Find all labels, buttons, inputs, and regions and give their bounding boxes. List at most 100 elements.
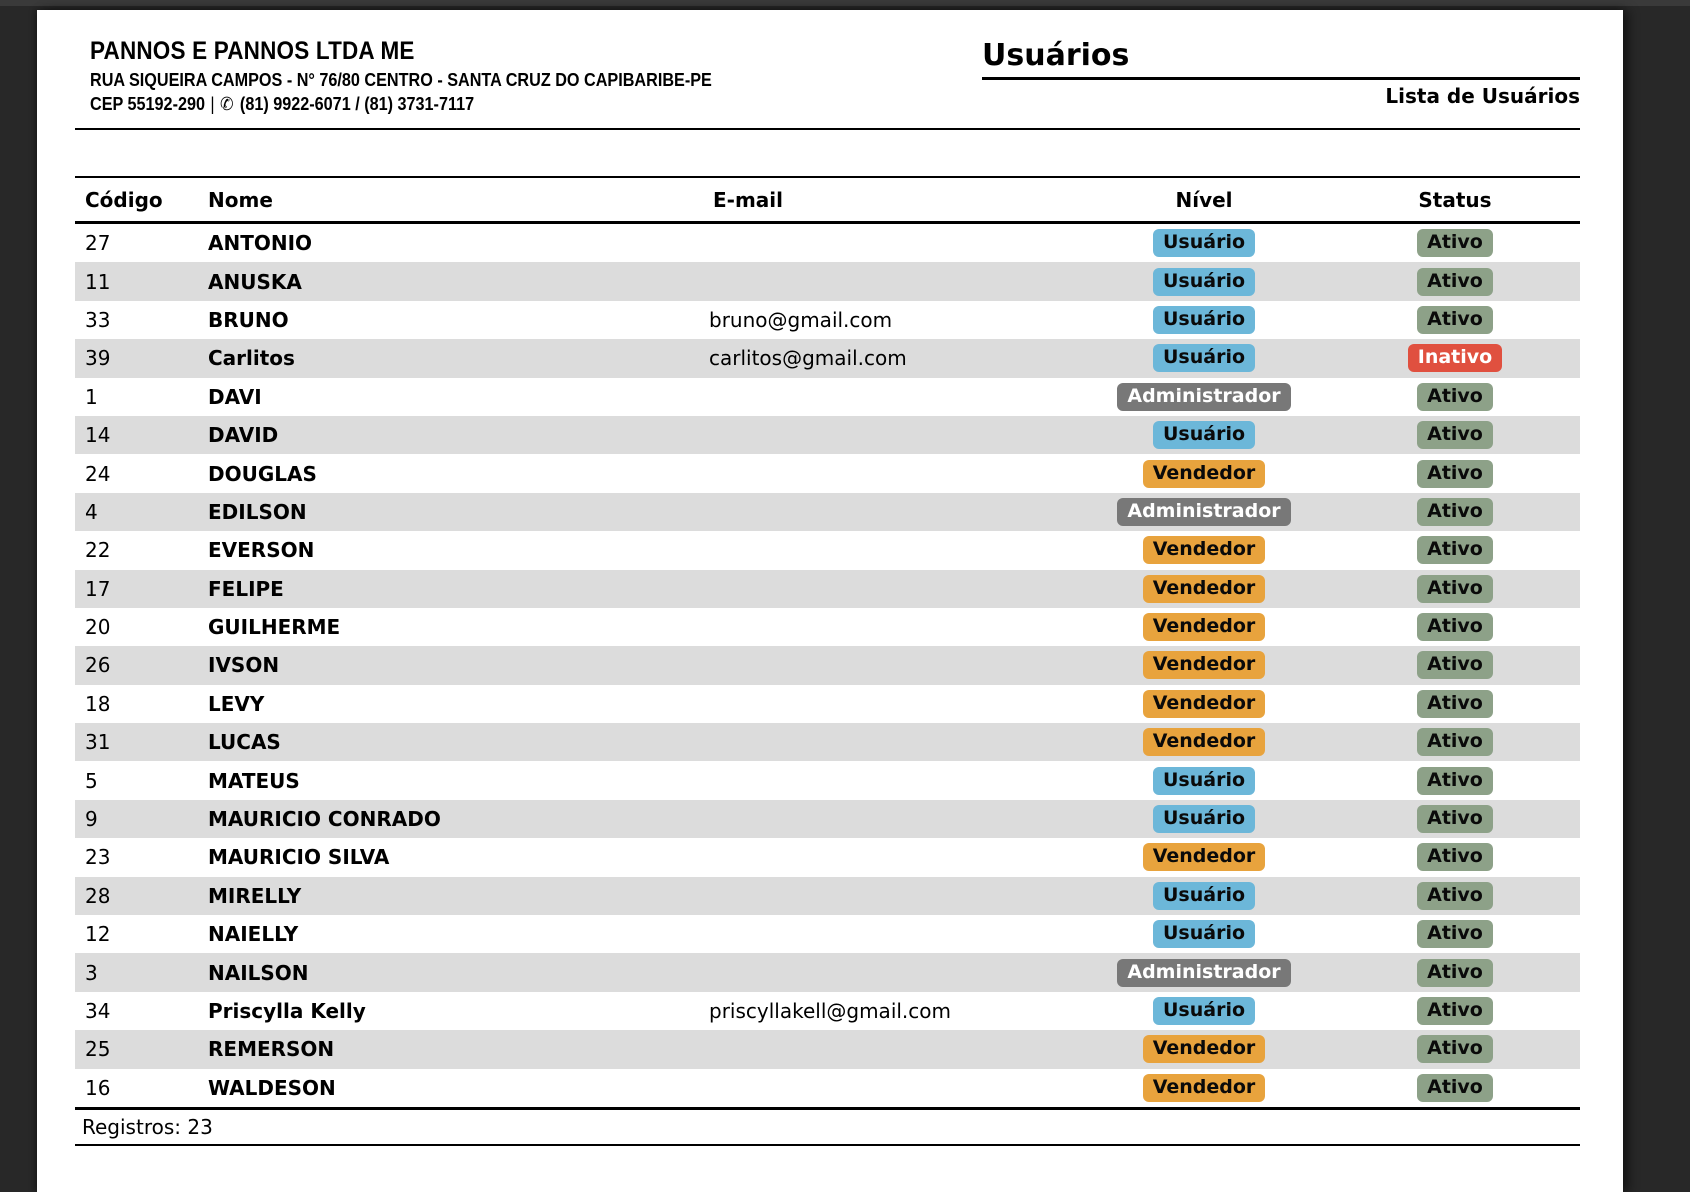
nivel-badge: Usuário [1153,344,1255,372]
cell-nivel: Usuário [1078,344,1330,372]
cell-codigo: 5 [75,769,208,793]
cell-nome: EDILSON [208,500,709,524]
table-row: 34 Priscylla Kelly priscyllakell@gmail.c… [75,992,1580,1030]
table-row: 3 NAILSON Administrador Ativo [75,953,1580,991]
cell-nome: MAURICIO SILVA [208,845,709,869]
cell-codigo: 31 [75,730,208,754]
cell-nome: ANUSKA [208,270,709,294]
nivel-badge: Usuário [1153,805,1255,833]
cell-status: Ativo [1330,728,1580,756]
cell-codigo: 23 [75,845,208,869]
cell-nivel: Usuário [1078,229,1330,257]
cell-status: Ativo [1330,229,1580,257]
nivel-badge: Vendedor [1143,536,1266,564]
cell-status: Ativo [1330,421,1580,449]
nivel-badge: Vendedor [1143,843,1266,871]
nivel-badge: Usuário [1153,920,1255,948]
nivel-badge: Vendedor [1143,613,1266,641]
cell-codigo: 26 [75,653,208,677]
cell-nivel: Usuário [1078,805,1330,833]
cell-codigo: 20 [75,615,208,639]
cell-status: Ativo [1330,767,1580,795]
table-row: 24 DOUGLAS Vendedor Ativo [75,454,1580,492]
table-row: 16 WALDESON Vendedor Ativo [75,1069,1580,1107]
table-row: 4 EDILSON Administrador Ativo [75,493,1580,531]
cell-codigo: 1 [75,385,208,409]
status-badge: Ativo [1417,767,1493,795]
table-row: 28 MIRELLY Usuário Ativo [75,877,1580,915]
cell-nivel: Vendedor [1078,613,1330,641]
title-rule [982,77,1580,80]
table-header-row: Código Nome E-mail Nível Status [75,176,1580,224]
cell-nome: MAURICIO CONRADO [208,807,709,831]
cell-status: Ativo [1330,460,1580,488]
status-badge: Ativo [1417,613,1493,641]
cell-nome: DOUGLAS [208,462,709,486]
table-row: 39 Carlitos carlitos@gmail.com Usuário I… [75,339,1580,377]
cell-nivel: Usuário [1078,997,1330,1025]
cell-nome: REMERSON [208,1037,709,1061]
cell-email: bruno@gmail.com [709,308,1078,332]
nivel-badge: Vendedor [1143,651,1266,679]
cell-nivel: Administrador [1078,383,1330,411]
cell-status: Ativo [1330,843,1580,871]
company-header: PANNOS E PANNOS LTDA ME RUA SIQUEIRA CAM… [90,36,712,116]
table-row: 26 IVSON Vendedor Ativo [75,646,1580,684]
cell-codigo: 3 [75,961,208,985]
status-badge: Ativo [1417,460,1493,488]
status-badge: Ativo [1417,728,1493,756]
nivel-badge: Vendedor [1143,575,1266,603]
cell-status: Ativo [1330,268,1580,296]
status-badge: Ativo [1417,1035,1493,1063]
status-badge: Inativo [1408,344,1502,372]
cell-nome: NAIELLY [208,922,709,946]
status-badge: Ativo [1417,383,1493,411]
header-nome: Nome [208,188,709,212]
cell-codigo: 11 [75,270,208,294]
cell-codigo: 27 [75,231,208,255]
header-status: Status [1330,188,1580,212]
status-badge: Ativo [1417,575,1493,603]
nivel-badge: Usuário [1153,767,1255,795]
cell-status: Ativo [1330,575,1580,603]
status-badge: Ativo [1417,536,1493,564]
cell-nome: IVSON [208,653,709,677]
cell-nome: LEVY [208,692,709,716]
page-title: Usuários [982,38,1580,74]
table-body: 27 ANTONIO Usuário Ativo 11 ANUSKA Usuár… [75,224,1580,1110]
cell-nivel: Vendedor [1078,651,1330,679]
cell-nivel: Administrador [1078,498,1330,526]
nivel-badge: Usuário [1153,306,1255,334]
cell-codigo: 22 [75,538,208,562]
cell-nivel: Vendedor [1078,728,1330,756]
cell-codigo: 34 [75,999,208,1023]
status-badge: Ativo [1417,805,1493,833]
nivel-badge: Administrador [1117,383,1290,411]
table-footer: Registros: 23 [75,1110,1580,1146]
report-page: PANNOS E PANNOS LTDA ME RUA SIQUEIRA CAM… [37,10,1623,1192]
cell-status: Ativo [1330,690,1580,718]
cell-nome: DAVI [208,385,709,409]
cell-nivel: Vendedor [1078,690,1330,718]
company-name: PANNOS E PANNOS LTDA ME [90,36,712,66]
cell-status: Ativo [1330,613,1580,641]
cell-codigo: 39 [75,346,208,370]
nivel-badge: Usuário [1153,997,1255,1025]
cell-nivel: Usuário [1078,882,1330,910]
table-row: 14 DAVID Usuário Ativo [75,416,1580,454]
cell-nome: DAVID [208,423,709,447]
table-row: 17 FELIPE Vendedor Ativo [75,570,1580,608]
company-phones: (81) 9922-6071 / (81) 3731-7117 [240,94,474,114]
cell-codigo: 18 [75,692,208,716]
cell-codigo: 33 [75,308,208,332]
phone-icon: ✆ [220,94,235,114]
cell-nivel: Usuário [1078,767,1330,795]
cell-email: priscyllakell@gmail.com [709,999,1078,1023]
cell-status: Ativo [1330,536,1580,564]
cell-status: Inativo [1330,344,1580,372]
cell-nome: GUILHERME [208,615,709,639]
cell-nome: FELIPE [208,577,709,601]
cell-status: Ativo [1330,959,1580,987]
cell-codigo: 17 [75,577,208,601]
cell-status: Ativo [1330,651,1580,679]
